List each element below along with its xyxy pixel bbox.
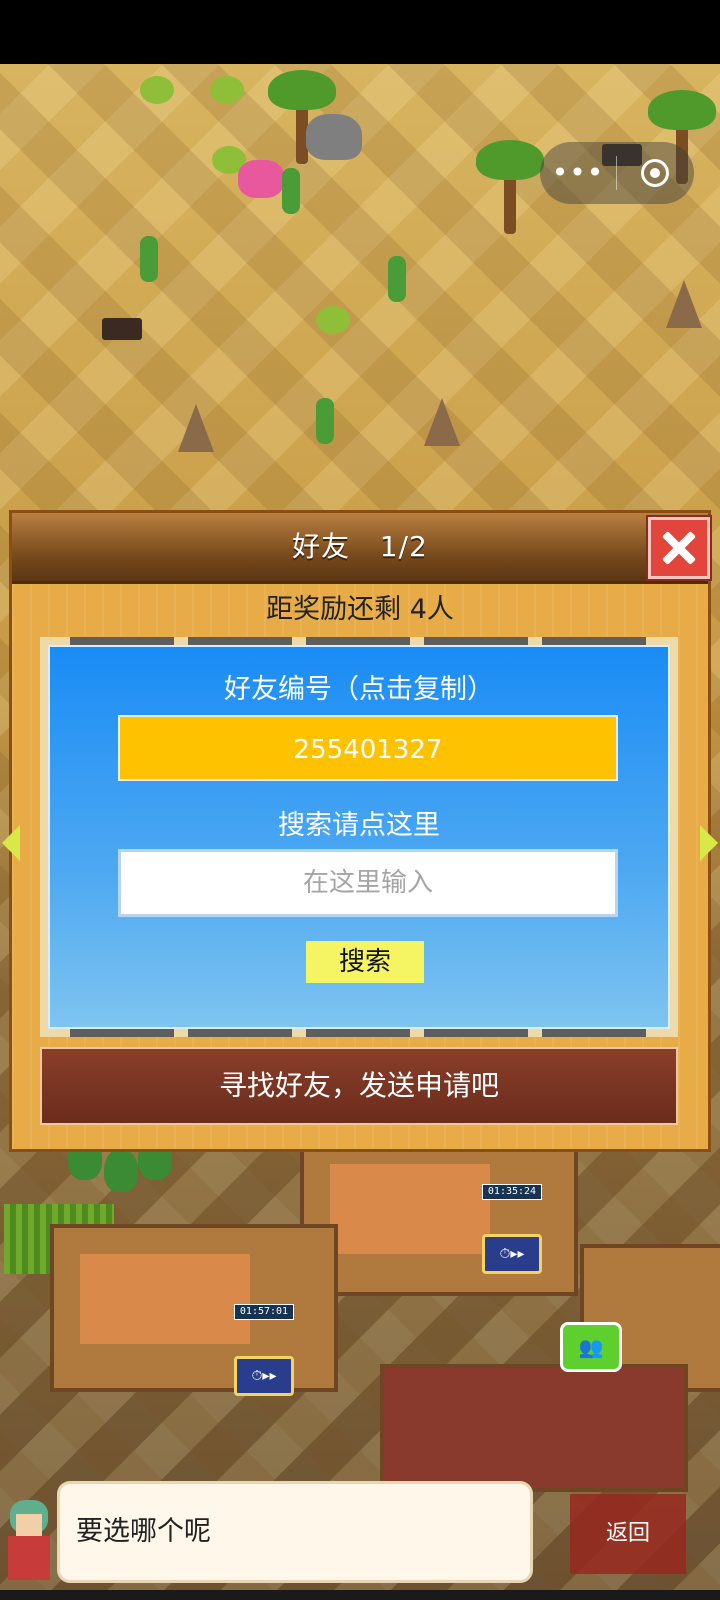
slot-tab: [306, 637, 410, 645]
friend-id-copy-button[interactable]: 255401327: [118, 715, 618, 781]
close-capsule-button[interactable]: [617, 159, 693, 187]
building-floor: [330, 1164, 490, 1254]
timer-readout: 01:35:24: [482, 1184, 542, 1200]
back-button[interactable]: 返回: [570, 1494, 686, 1574]
cactus: [316, 398, 334, 444]
find-friends-button[interactable]: 寻找好友，发送申请吧: [40, 1047, 678, 1125]
palm-tree: [476, 140, 544, 234]
building-carpet-room[interactable]: [380, 1364, 688, 1492]
slot-tab: [424, 1029, 528, 1037]
stopwatch-icon: ⏱▸▸: [251, 1368, 277, 1384]
slot-tab: [542, 637, 646, 645]
slot-tab: [424, 637, 528, 645]
speech-bubble: 要选哪个呢: [60, 1484, 530, 1580]
more-dots-icon[interactable]: •••: [540, 142, 616, 204]
speech-text: 要选哪个呢: [76, 1516, 211, 1547]
pink-crystal: [238, 160, 284, 198]
avatar-body: [8, 1536, 50, 1580]
friend-panel-frame: 好友编号（点击复制） 255401327 搜索请点这里 在这里输入 搜索: [40, 637, 678, 1037]
search-input[interactable]: 在这里输入: [118, 849, 618, 917]
building-floor: [80, 1254, 250, 1344]
rock-spire: [178, 404, 214, 452]
prev-page-arrow-icon[interactable]: [2, 825, 20, 861]
timer-readout: 01:57:01: [234, 1304, 294, 1320]
cactus: [388, 256, 406, 302]
close-x-icon[interactable]: [648, 517, 710, 579]
reward-progress-text: 距奖励还剩 4人: [266, 594, 454, 625]
slot-tab: [306, 1029, 410, 1037]
bush: [316, 306, 350, 334]
next-page-arrow-icon[interactable]: [700, 825, 718, 861]
stopwatch-icon: ⏱▸▸: [499, 1246, 525, 1262]
avatar-face: [16, 1514, 42, 1536]
friends-dialog: 好友 1/2 距奖励还剩 4人 好友编号（点击复制） 255401327 搜索请…: [2, 510, 718, 1152]
rock-spire: [666, 280, 702, 328]
tree: [104, 1148, 138, 1192]
speedup-timer-button[interactable]: ⏱▸▸: [234, 1356, 294, 1396]
status-bar: [0, 0, 720, 64]
rock: [306, 114, 362, 160]
slot-tab: [188, 637, 292, 645]
navigation-bar: [0, 1590, 720, 1600]
slot-tab: [70, 637, 174, 645]
slot-tab: [542, 1029, 646, 1037]
search-button[interactable]: 搜索: [306, 941, 424, 983]
dialog-title: 好友 1/2: [292, 530, 428, 563]
people-icon: 👥: [578, 1335, 604, 1359]
treasure-chest: [102, 318, 142, 340]
bush: [210, 76, 244, 104]
friend-search-panel: 好友编号（点击复制） 255401327 搜索请点这里 在这里输入 搜索: [48, 645, 670, 1029]
friend-id-label: 好友编号（点击复制）: [224, 674, 494, 705]
slot-tab: [188, 1029, 292, 1037]
slot-tab: [70, 1029, 174, 1037]
speedup-timer-button[interactable]: ⏱▸▸: [482, 1234, 542, 1274]
dialog-header: 好友 1/2: [12, 513, 708, 584]
cactus: [140, 236, 158, 282]
cactus: [282, 168, 300, 214]
bush: [140, 76, 174, 104]
mini-program-capsule: •••: [540, 142, 694, 204]
friends-icon-button[interactable]: 👥: [560, 1322, 622, 1372]
search-label: 搜索请点这里: [278, 810, 440, 841]
avatar: [0, 1500, 56, 1580]
rock-spire: [424, 398, 460, 446]
target-circle-icon: [641, 159, 669, 187]
